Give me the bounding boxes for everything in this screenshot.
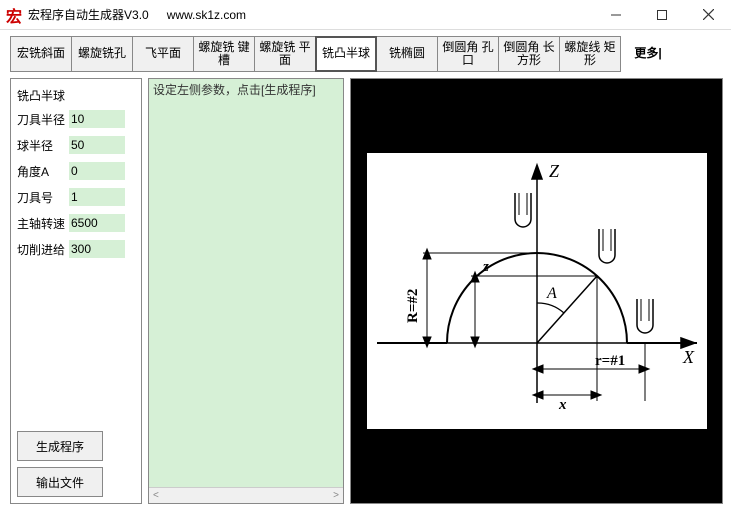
toolbar: 宏铣斜面 螺旋铣孔 飞平面 螺旋铣 键槽 螺旋铣 平面 铣凸半球 铣椭圆 倒圆角… [0, 30, 731, 72]
panel-title: 铣凸半球 [17, 87, 135, 104]
tab-feipingmian[interactable]: 飞平面 [132, 36, 194, 72]
tab-xituoyuan[interactable]: 铣椭圆 [376, 36, 438, 72]
tab-luoxuanxi-pingmian[interactable]: 螺旋铣 平面 [254, 36, 316, 72]
diagram-svg: Z X A [367, 153, 707, 429]
horizontal-scrollbar[interactable]: < > [149, 487, 343, 503]
parameter-panel: 铣凸半球 刀具半径 球半径 角度A 刀具号 主轴转速 切削进给 生成程序 输出文… [10, 78, 142, 504]
input-tool-number[interactable] [69, 188, 125, 206]
output-button[interactable]: 输出文件 [17, 467, 103, 497]
tab-luoxuanxian-juxing[interactable]: 螺旋线 矩形 [559, 36, 621, 72]
app-icon: 宏 [0, 3, 28, 27]
diagram-panel: Z X A [350, 78, 723, 504]
minimize-button[interactable] [593, 0, 639, 30]
window-url: www.sk1z.com [167, 8, 246, 22]
r-big-label: R=#2 [405, 289, 421, 323]
tab-daoyuanjiao-kongkou[interactable]: 倒圆角 孔口 [437, 36, 499, 72]
input-sphere-radius[interactable] [69, 136, 125, 154]
tab-xitubanqiu[interactable]: 铣凸半球 [315, 36, 377, 72]
label-angle-a: 角度A [17, 163, 69, 180]
tab-luoxuanxi-jiancao[interactable]: 螺旋铣 键槽 [193, 36, 255, 72]
angle-a-label: A [546, 285, 557, 302]
z-dim-label: z [482, 259, 489, 275]
label-tool-radius: 刀具半径 [17, 111, 69, 128]
scroll-left-icon[interactable]: < [149, 490, 163, 501]
maximize-button[interactable] [639, 0, 685, 30]
input-angle-a[interactable] [69, 162, 125, 180]
main-area: 铣凸半球 刀具半径 球半径 角度A 刀具号 主轴转速 切削进给 生成程序 输出文… [0, 72, 731, 512]
tab-luoxuanxikong[interactable]: 螺旋铣孔 [71, 36, 133, 72]
input-feed-rate[interactable] [69, 240, 125, 258]
input-spindle-speed[interactable] [69, 214, 125, 232]
code-editor[interactable]: 设定左侧参数，点击[生成程序] [149, 79, 343, 487]
close-button[interactable] [685, 0, 731, 30]
label-spindle-speed: 主轴转速 [17, 215, 69, 232]
tab-xiexiemian[interactable]: 宏铣斜面 [10, 36, 72, 72]
z-axis-label: Z [549, 161, 560, 181]
label-feed-rate: 切削进给 [17, 241, 69, 258]
r-small-label: r=#1 [595, 353, 625, 369]
tab-more[interactable]: 更多| [620, 36, 676, 72]
scroll-right-icon[interactable]: > [329, 490, 343, 501]
code-panel: 设定左侧参数，点击[生成程序] < > [148, 78, 344, 504]
tab-daoyuanjiao-changfangxing[interactable]: 倒圆角 长方形 [498, 36, 560, 72]
generate-button[interactable]: 生成程序 [17, 431, 103, 461]
title-bar: 宏 宏程序自动生成器V3.0 www.sk1z.com [0, 0, 731, 30]
input-tool-radius[interactable] [69, 110, 125, 128]
window-title: 宏程序自动生成器V3.0 [28, 6, 149, 23]
x-dim-label: x [558, 397, 567, 413]
label-sphere-radius: 球半径 [17, 137, 69, 154]
x-axis-label: X [682, 347, 695, 367]
label-tool-number: 刀具号 [17, 189, 69, 206]
